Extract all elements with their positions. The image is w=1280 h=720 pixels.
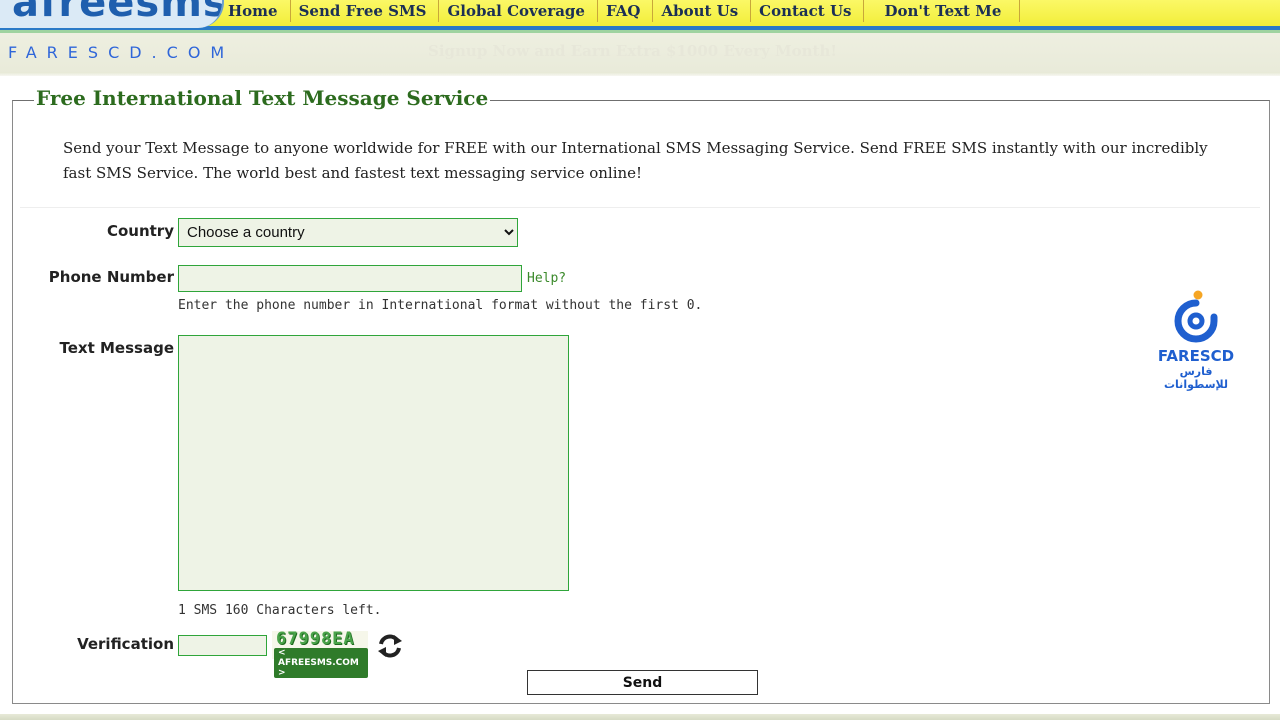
- promo-banner[interactable]: Signup Now and Earn Extra $1000 Every Mo…: [428, 42, 837, 60]
- nav-about-us[interactable]: About Us: [653, 0, 752, 22]
- nav-faq[interactable]: FAQ: [598, 0, 654, 22]
- site-name-banner: FARESCD.COM: [8, 43, 235, 62]
- verification-input[interactable]: [178, 635, 267, 656]
- intro-divider: [20, 207, 1260, 208]
- site-header: afreesms Home Send Free SMS Global Cover…: [0, 0, 1280, 76]
- captcha-code: 67998EA: [276, 629, 355, 649]
- phone-input[interactable]: [178, 265, 522, 292]
- nav-send-free-sms[interactable]: Send Free SMS: [291, 0, 440, 22]
- verification-label: Verification: [77, 635, 174, 653]
- phone-help-link[interactable]: Help?: [527, 271, 566, 286]
- message-textarea[interactable]: [178, 335, 569, 591]
- nav-global-coverage[interactable]: Global Coverage: [439, 0, 598, 22]
- header-stripe-green: [0, 30, 1280, 33]
- nav-contact-us[interactable]: Contact Us: [751, 0, 865, 22]
- main-nav: Home Send Free SMS Global Coverage FAQ A…: [220, 0, 1021, 22]
- site-logo[interactable]: afreesms: [0, 0, 224, 28]
- country-select[interactable]: Choose a country: [178, 218, 518, 247]
- footer-divider: [0, 714, 1280, 720]
- phone-label: Phone Number: [48, 268, 174, 286]
- watermark-arabic: فارس للإسطوانات: [1164, 365, 1228, 391]
- header-divider: [0, 72, 1280, 76]
- form-title: Free International Text Message Service: [34, 86, 491, 110]
- nav-dont-text-me[interactable]: Don't Text Me: [864, 0, 1021, 22]
- watermark-logo: FARESCD فارس للإسطوانات: [1150, 290, 1242, 391]
- refresh-captcha-icon[interactable]: [376, 632, 404, 660]
- captcha-image: 67998EA < AFREESMS.COM >: [272, 629, 368, 678]
- watermark-icon: [1174, 290, 1218, 343]
- site-logo-text: afreesms: [12, 0, 224, 26]
- message-label: Text Message: [59, 339, 174, 357]
- captcha-domain: < AFREESMS.COM >: [274, 648, 368, 678]
- intro-text: Send your Text Message to anyone worldwi…: [63, 139, 1208, 182]
- send-button[interactable]: Send: [527, 670, 758, 695]
- phone-hint: Enter the phone number in International …: [178, 298, 703, 313]
- nav-home[interactable]: Home: [220, 0, 291, 22]
- watermark-name: FARESCD: [1157, 347, 1235, 365]
- country-label: Country: [106, 222, 174, 240]
- char-counter: 1 SMS 160 Characters left.: [178, 603, 382, 618]
